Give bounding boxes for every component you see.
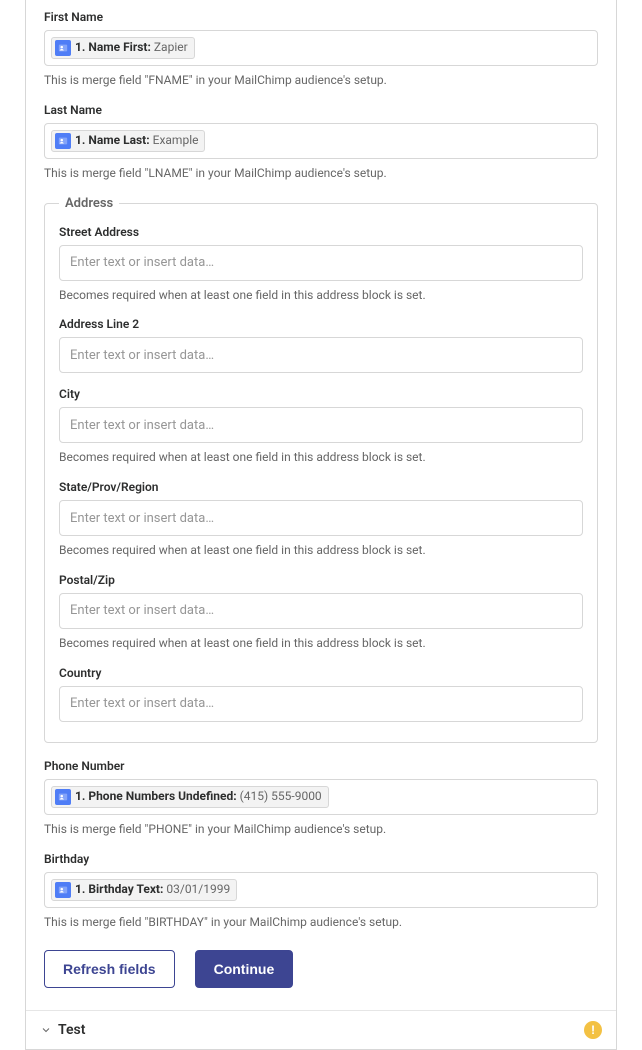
contact-icon	[55, 133, 71, 149]
token-label: 1. Birthday Text:	[75, 882, 163, 898]
birthday-input[interactable]: 1. Birthday Text: 03/01/1999	[44, 872, 598, 908]
token-value: (415) 555-9000	[240, 789, 322, 805]
street-label: Street Address	[59, 225, 583, 239]
birthday-token[interactable]: 1. Birthday Text: 03/01/1999	[51, 879, 237, 901]
birthday-label: Birthday	[44, 852, 598, 866]
address-fieldset: Address Street Address Enter text or ins…	[44, 196, 598, 743]
city-group: City Enter text or insert data… Becomes …	[59, 387, 583, 466]
placeholder: Enter text or insert data…	[70, 603, 214, 618]
postal-group: Postal/Zip Enter text or insert data… Be…	[59, 573, 583, 652]
phone-group: Phone Number 1. Phone Numbers Undefined:…	[44, 759, 598, 838]
first-name-token[interactable]: 1. Name First: Zapier	[51, 37, 195, 59]
city-label: City	[59, 387, 583, 401]
country-input[interactable]: Enter text or insert data…	[59, 686, 583, 722]
test-section-header[interactable]: Test !	[26, 1010, 616, 1049]
street-help: Becomes required when at least one field…	[59, 287, 583, 304]
token-label: 1. Name Last:	[75, 133, 150, 149]
line2-group: Address Line 2 Enter text or insert data…	[59, 317, 583, 373]
phone-label: Phone Number	[44, 759, 598, 773]
section-left: Test	[40, 1022, 85, 1038]
last-name-input[interactable]: 1. Name Last: Example	[44, 123, 598, 159]
postal-label: Postal/Zip	[59, 573, 583, 587]
country-group: Country Enter text or insert data…	[59, 666, 583, 722]
placeholder: Enter text or insert data…	[70, 255, 214, 270]
line2-input[interactable]: Enter text or insert data…	[59, 337, 583, 373]
placeholder: Enter text or insert data…	[70, 696, 214, 711]
first-name-help: This is merge field "FNAME" in your Mail…	[44, 72, 598, 89]
last-name-group: Last Name 1. Name Last: Example This is …	[44, 103, 598, 182]
state-input[interactable]: Enter text or insert data…	[59, 500, 583, 536]
last-name-label: Last Name	[44, 103, 598, 117]
state-group: State/Prov/Region Enter text or insert d…	[59, 480, 583, 559]
birthday-group: Birthday 1. Birthday Text: 03/01/1999 Th…	[44, 852, 598, 931]
line2-label: Address Line 2	[59, 317, 583, 331]
birthday-help: This is merge field "BIRTHDAY" in your M…	[44, 914, 598, 931]
address-legend: Address	[59, 196, 119, 211]
first-name-label: First Name	[44, 10, 598, 24]
postal-help: Becomes required when at least one field…	[59, 635, 583, 652]
postal-input[interactable]: Enter text or insert data…	[59, 593, 583, 629]
city-input[interactable]: Enter text or insert data…	[59, 407, 583, 443]
token-value: Zapier	[154, 40, 188, 56]
form-panel: First Name 1. Name First: Zapier This is…	[25, 0, 617, 1050]
token-label: 1. Name First:	[75, 40, 151, 56]
city-help: Becomes required when at least one field…	[59, 449, 583, 466]
contact-icon	[55, 40, 71, 56]
token-value: 03/01/1999	[166, 882, 230, 898]
country-label: Country	[59, 666, 583, 680]
contact-icon	[55, 882, 71, 898]
placeholder: Enter text or insert data…	[70, 511, 214, 526]
token-value: Example	[153, 133, 199, 149]
state-help: Becomes required when at least one field…	[59, 542, 583, 559]
token-label: 1. Phone Numbers Undefined:	[75, 789, 237, 805]
street-group: Street Address Enter text or insert data…	[59, 225, 583, 304]
street-input[interactable]: Enter text or insert data…	[59, 245, 583, 281]
warning-icon: !	[584, 1021, 602, 1039]
placeholder: Enter text or insert data…	[70, 418, 214, 433]
continue-button[interactable]: Continue	[195, 950, 294, 988]
state-label: State/Prov/Region	[59, 480, 583, 494]
chevron-down-icon	[40, 1024, 52, 1036]
phone-input[interactable]: 1. Phone Numbers Undefined: (415) 555-90…	[44, 779, 598, 815]
section-title: Test	[58, 1022, 85, 1038]
last-name-token[interactable]: 1. Name Last: Example	[51, 130, 205, 152]
button-row: Refresh fields Continue	[44, 950, 598, 988]
phone-help: This is merge field "PHONE" in your Mail…	[44, 821, 598, 838]
first-name-group: First Name 1. Name First: Zapier This is…	[44, 10, 598, 89]
refresh-fields-button[interactable]: Refresh fields	[44, 950, 175, 988]
phone-token[interactable]: 1. Phone Numbers Undefined: (415) 555-90…	[51, 786, 329, 808]
first-name-input[interactable]: 1. Name First: Zapier	[44, 30, 598, 66]
contact-icon	[55, 789, 71, 805]
placeholder: Enter text or insert data…	[70, 348, 214, 363]
last-name-help: This is merge field "LNAME" in your Mail…	[44, 165, 598, 182]
